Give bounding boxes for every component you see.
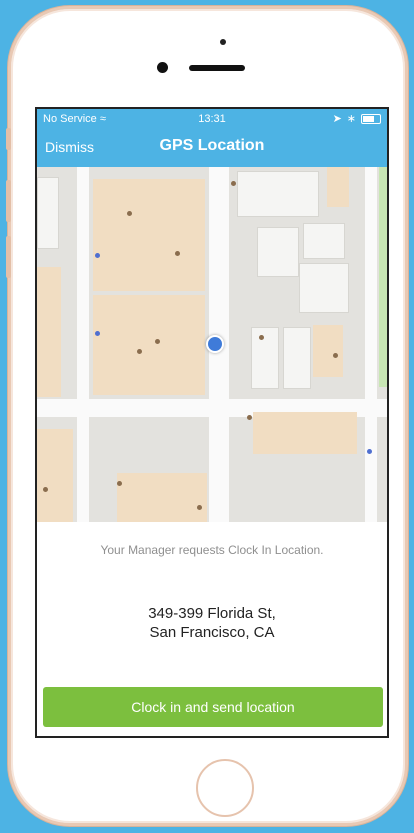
- front-camera: [157, 62, 168, 73]
- map-building: [37, 177, 59, 249]
- map-block: [37, 429, 73, 522]
- map-street-left: [77, 167, 89, 522]
- map-block: [93, 179, 205, 291]
- map-view[interactable]: ​ ​ ​ ​ ​ ​ ​ ​ ​ ​ ​ ​ ​ ​: [37, 167, 387, 522]
- location-arrow-icon: ➤: [332, 113, 342, 125]
- clock-in-button[interactable]: Clock in and send location: [43, 687, 383, 727]
- nav-bar: Dismiss GPS Location: [37, 129, 387, 167]
- home-button[interactable]: [196, 759, 254, 817]
- map-park: [379, 167, 387, 387]
- map-poi: ​: [333, 353, 340, 359]
- map-poi: ​: [367, 449, 374, 455]
- map-building: [299, 263, 349, 313]
- map-poi: ​: [231, 181, 238, 187]
- address-line-2: San Francisco, CA: [149, 624, 275, 641]
- map-poi: ​: [155, 339, 162, 345]
- earpiece-speaker: [189, 65, 245, 71]
- map-building: [237, 171, 319, 217]
- map-block: [313, 325, 343, 377]
- current-location-pin[interactable]: [206, 335, 224, 353]
- map-poi: ​: [43, 487, 50, 493]
- map-block: [253, 412, 357, 454]
- map-poi: ​: [137, 349, 144, 355]
- address-line-1: 349-399 Florida St,: [148, 605, 276, 622]
- mute-switch: [6, 128, 11, 150]
- map-block: [93, 295, 205, 395]
- map-poi: ​: [197, 505, 204, 511]
- map-poi: ​: [175, 251, 182, 257]
- map-poi: ​: [95, 253, 102, 259]
- battery-icon: [361, 113, 381, 124]
- map-building: [257, 227, 299, 277]
- map-poi: ​: [259, 335, 266, 341]
- bluetooth-icon: ∗: [346, 113, 356, 125]
- page-title: GPS Location: [159, 137, 265, 154]
- request-message: Your Manager requests Clock In Location.: [100, 543, 324, 557]
- address: 349-399 Florida St, San Francisco, CA: [37, 604, 387, 642]
- map-building: [303, 223, 345, 259]
- map-poi: ​: [127, 211, 134, 217]
- volume-down-button: [6, 236, 11, 278]
- status-bar: No Service ≈ 13:31 ➤ ∗: [37, 109, 387, 129]
- map-poi: ​: [247, 415, 254, 421]
- map-street-right: [365, 167, 377, 522]
- app-screen: No Service ≈ 13:31 ➤ ∗ Dismiss GPS Locat…: [35, 107, 389, 738]
- map-poi: ​: [117, 481, 124, 487]
- map-block: [327, 167, 349, 207]
- map-block: [37, 267, 61, 397]
- map-poi: ​: [95, 331, 102, 337]
- map-block: [117, 473, 207, 522]
- status-icons: ➤ ∗: [333, 112, 381, 125]
- proximity-sensor: [220, 39, 226, 45]
- map-building: [283, 327, 311, 389]
- volume-up-button: [6, 180, 11, 222]
